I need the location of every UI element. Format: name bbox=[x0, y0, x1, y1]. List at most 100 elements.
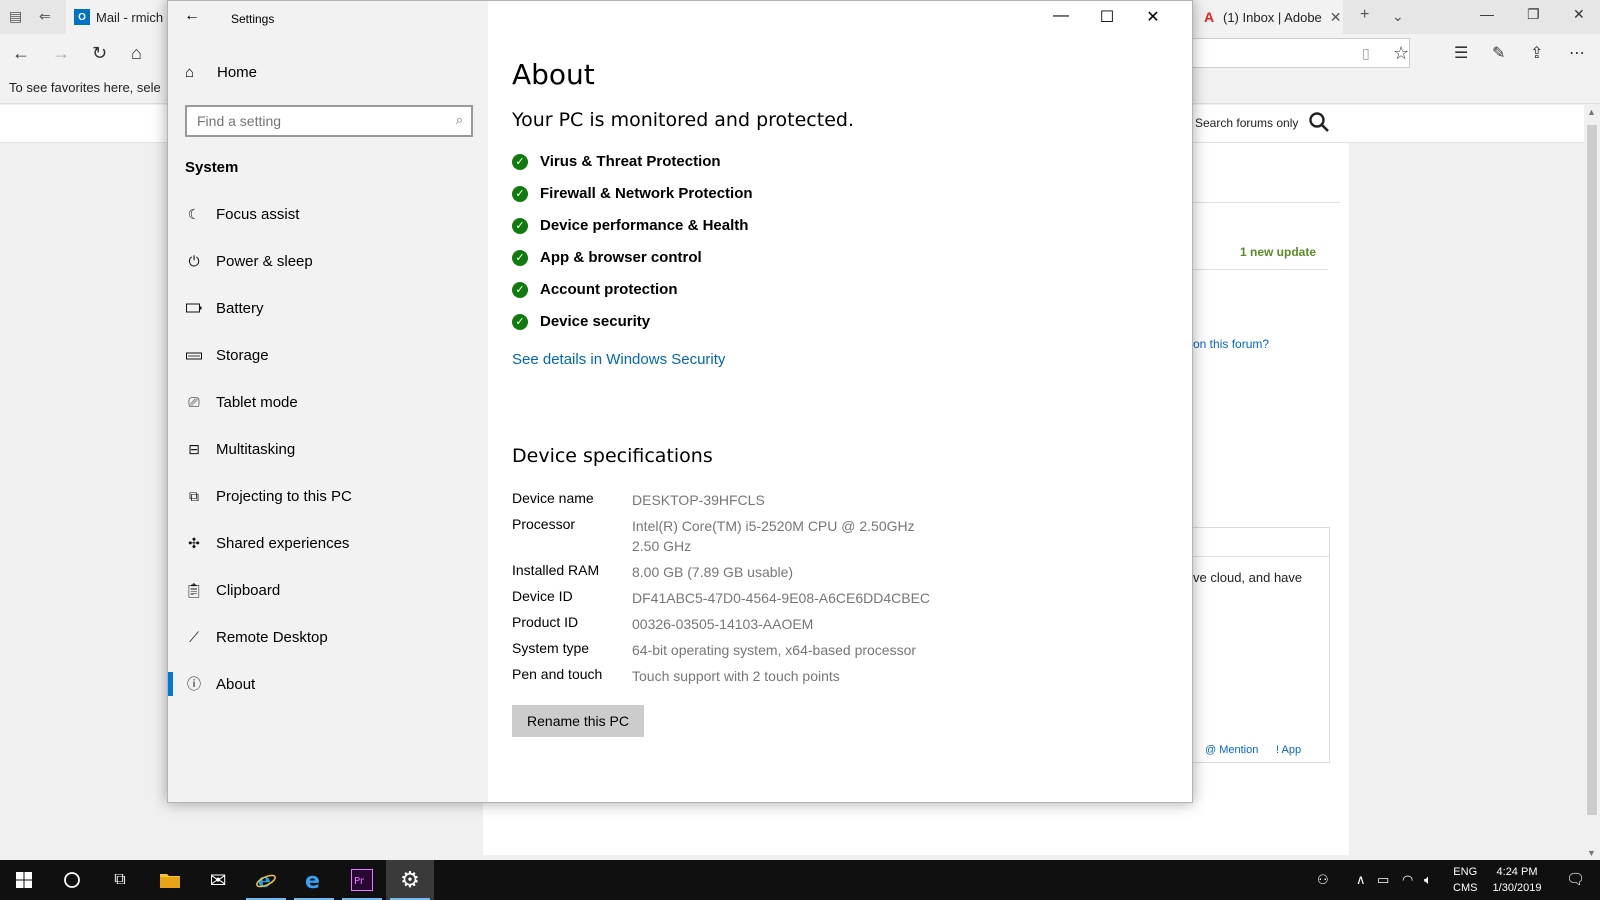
clock[interactable]: 4:24 PM 1/30/2019 bbox=[1487, 864, 1547, 896]
scroll-down-icon[interactable]: ▼ bbox=[1587, 848, 1596, 858]
spec-value: 8.00 GB (7.89 GB usable) bbox=[632, 564, 794, 580]
forum-search-icon[interactable] bbox=[1307, 110, 1331, 139]
forum-question-link[interactable]: on this forum? bbox=[1193, 337, 1269, 351]
favorites-hub-icon[interactable]: ☰ bbox=[1454, 43, 1468, 63]
minimize-icon[interactable]: — bbox=[1038, 7, 1084, 25]
device-spec-heading: Device specifications bbox=[512, 445, 713, 467]
taskbar: ⧉ ✉ e e Pr ⚙ ⚇ ∧ ▭ ◠ 🔈︎ ENG CMS 4:24 PM … bbox=[0, 860, 1600, 900]
find-setting-input[interactable] bbox=[197, 108, 437, 134]
windows-security-link[interactable]: See details in Windows Security bbox=[512, 351, 725, 368]
forward-icon[interactable]: → bbox=[52, 43, 70, 64]
search-forums-label[interactable]: Search forums only bbox=[1195, 116, 1298, 130]
settings-gear-icon[interactable]: ⚙ bbox=[386, 860, 434, 900]
divider bbox=[1193, 269, 1328, 270]
mail-icon[interactable]: ✉ bbox=[194, 860, 242, 900]
browser-minimize-icon[interactable]: — bbox=[1480, 6, 1494, 22]
outlook-icon: O bbox=[74, 9, 90, 25]
language-code: ENG bbox=[1453, 866, 1478, 878]
sidebar-item-shared-experiences[interactable]: ✣ Shared experiences bbox=[168, 523, 488, 563]
sidebar-item-remote-desktop[interactable]: ⟋ Remote Desktop bbox=[168, 617, 488, 657]
favorite-star-icon[interactable]: ☆ bbox=[1393, 43, 1409, 64]
sidebar-item-power-sleep[interactable]: ⏻ Power & sleep bbox=[168, 241, 488, 281]
battery-tray-icon[interactable]: ▭ bbox=[1377, 872, 1389, 888]
sidebar-item-battery[interactable]: Battery bbox=[168, 288, 488, 328]
tab-inbox-adobe[interactable]: A (1) Inbox | Adobe ✕ bbox=[1193, 0, 1343, 34]
start-button[interactable] bbox=[0, 860, 48, 900]
new-tab-icon[interactable]: + bbox=[1360, 6, 1369, 24]
protection-heading: Your PC is monitored and protected. bbox=[512, 109, 854, 131]
share-icon[interactable]: ⇪ bbox=[1530, 43, 1543, 63]
action-center-icon[interactable]: 🗨︎ bbox=[1566, 870, 1585, 888]
tab-mail-label: Mail - rmich bbox=[96, 9, 164, 25]
file-explorer-icon[interactable] bbox=[146, 860, 194, 900]
app-button[interactable]: ! App bbox=[1276, 744, 1301, 756]
refresh-icon[interactable]: ↻ bbox=[92, 43, 107, 64]
rename-pc-button[interactable]: Rename this PC bbox=[512, 705, 644, 737]
sidebar-item-multitasking[interactable]: ⊟ Multitasking bbox=[168, 429, 488, 469]
premiere-icon[interactable]: Pr bbox=[338, 860, 386, 900]
browser-close-icon[interactable]: ✕ bbox=[1573, 6, 1585, 23]
spec-value: Intel(R) Core(TM) i5-2520M CPU @ 2.50GHz… bbox=[632, 518, 915, 554]
set-aside-tabs-icon[interactable]: ⇐ bbox=[39, 8, 51, 25]
home-icon[interactable]: ⌂ bbox=[131, 43, 142, 64]
home-nav[interactable]: ⌂ Home bbox=[185, 64, 257, 81]
sidebar-item-storage[interactable]: Storage bbox=[168, 335, 488, 375]
new-update-label[interactable]: 1 new update bbox=[1240, 245, 1316, 259]
input-language[interactable]: ENG CMS bbox=[1453, 864, 1477, 896]
show-hidden-icon[interactable]: ∧ bbox=[1356, 872, 1366, 888]
cortana-icon[interactable] bbox=[48, 860, 96, 900]
back-icon[interactable]: ← bbox=[12, 43, 30, 64]
sidebar-item-label: Shared experiences bbox=[216, 534, 350, 552]
edge-icon[interactable]: e bbox=[290, 860, 338, 900]
find-setting-box[interactable]: ⌕ bbox=[185, 105, 473, 137]
sidebar-item-focus-assist[interactable]: ☾ Focus assist bbox=[168, 194, 488, 234]
close-tab-icon[interactable]: ✕ bbox=[1330, 9, 1342, 26]
protection-item: ✓ Firewall & Network Protection bbox=[512, 185, 753, 202]
scroll-thumb[interactable] bbox=[1587, 125, 1597, 815]
protection-item: ✓ Virus & Threat Protection bbox=[512, 153, 721, 170]
home-label: Home bbox=[217, 64, 258, 81]
divider bbox=[1193, 556, 1329, 557]
window-title: Settings bbox=[231, 12, 275, 26]
remote-icon: ⟋ bbox=[189, 628, 199, 645]
tab-list-chevron-icon[interactable]: ⌄ bbox=[1392, 8, 1404, 25]
search-icon[interactable]: ⌕ bbox=[456, 112, 463, 128]
wifi-icon[interactable]: ◠ bbox=[1402, 872, 1413, 888]
task-view-icon[interactable]: ⧉ bbox=[96, 860, 144, 900]
time-label: 4:24 PM bbox=[1496, 866, 1538, 878]
protection-label: Device security bbox=[540, 313, 651, 330]
sidebar-item-clipboard[interactable]: 📋︎ Clipboard bbox=[168, 570, 488, 610]
home-icon: ⌂ bbox=[185, 64, 195, 81]
tab-inbox-label: (1) Inbox | Adobe bbox=[1223, 9, 1322, 25]
power-icon: ⏻ bbox=[188, 252, 200, 269]
spec-label: Product ID bbox=[512, 614, 579, 630]
internet-explorer-icon[interactable]: e bbox=[242, 860, 290, 900]
close-icon[interactable]: ✕ bbox=[1130, 7, 1176, 27]
protection-label: Account protection bbox=[540, 281, 678, 298]
sidebar-item-label: Power & sleep bbox=[216, 252, 313, 270]
reading-view-icon[interactable]: ▯ bbox=[1362, 45, 1370, 62]
tab-mail[interactable]: O Mail - rmich bbox=[66, 0, 170, 34]
spec-label: Processor bbox=[512, 516, 576, 532]
tab-preview-icon[interactable]: ▤ bbox=[9, 8, 22, 25]
back-arrow-icon[interactable]: ← bbox=[184, 7, 200, 25]
sidebar-item-label: About bbox=[216, 675, 256, 693]
storage-icon bbox=[184, 347, 204, 363]
scroll-up-icon[interactable]: ▲ bbox=[1587, 107, 1596, 117]
sidebar-item-tablet-mode[interactable]: ⎚ Tablet mode bbox=[168, 382, 488, 422]
maximize-icon[interactable]: ☐ bbox=[1084, 7, 1130, 27]
more-icon[interactable]: ⋯ bbox=[1569, 43, 1585, 63]
browser-restore-icon[interactable]: ❐ bbox=[1527, 6, 1540, 23]
sidebar-item-about[interactable]: ⓘ About bbox=[168, 664, 488, 704]
volume-icon[interactable]: 🔈︎ bbox=[1424, 872, 1432, 888]
reply-editor[interactable] bbox=[1178, 527, 1330, 763]
address-input[interactable] bbox=[1170, 38, 1410, 68]
people-icon[interactable]: ⚇ bbox=[1317, 872, 1329, 888]
mention-button[interactable]: @ Mention bbox=[1205, 744, 1258, 756]
pen-icon[interactable]: ✎ bbox=[1492, 43, 1505, 63]
sidebar-item-projecting[interactable]: ⧉ Projecting to this PC bbox=[168, 476, 488, 516]
info-icon: ⓘ bbox=[187, 676, 201, 692]
spec-value: 00326-03505-14103-AAOEM bbox=[632, 616, 814, 632]
svg-text:Pr: Pr bbox=[354, 876, 365, 887]
spec-label: Installed RAM bbox=[512, 562, 600, 578]
